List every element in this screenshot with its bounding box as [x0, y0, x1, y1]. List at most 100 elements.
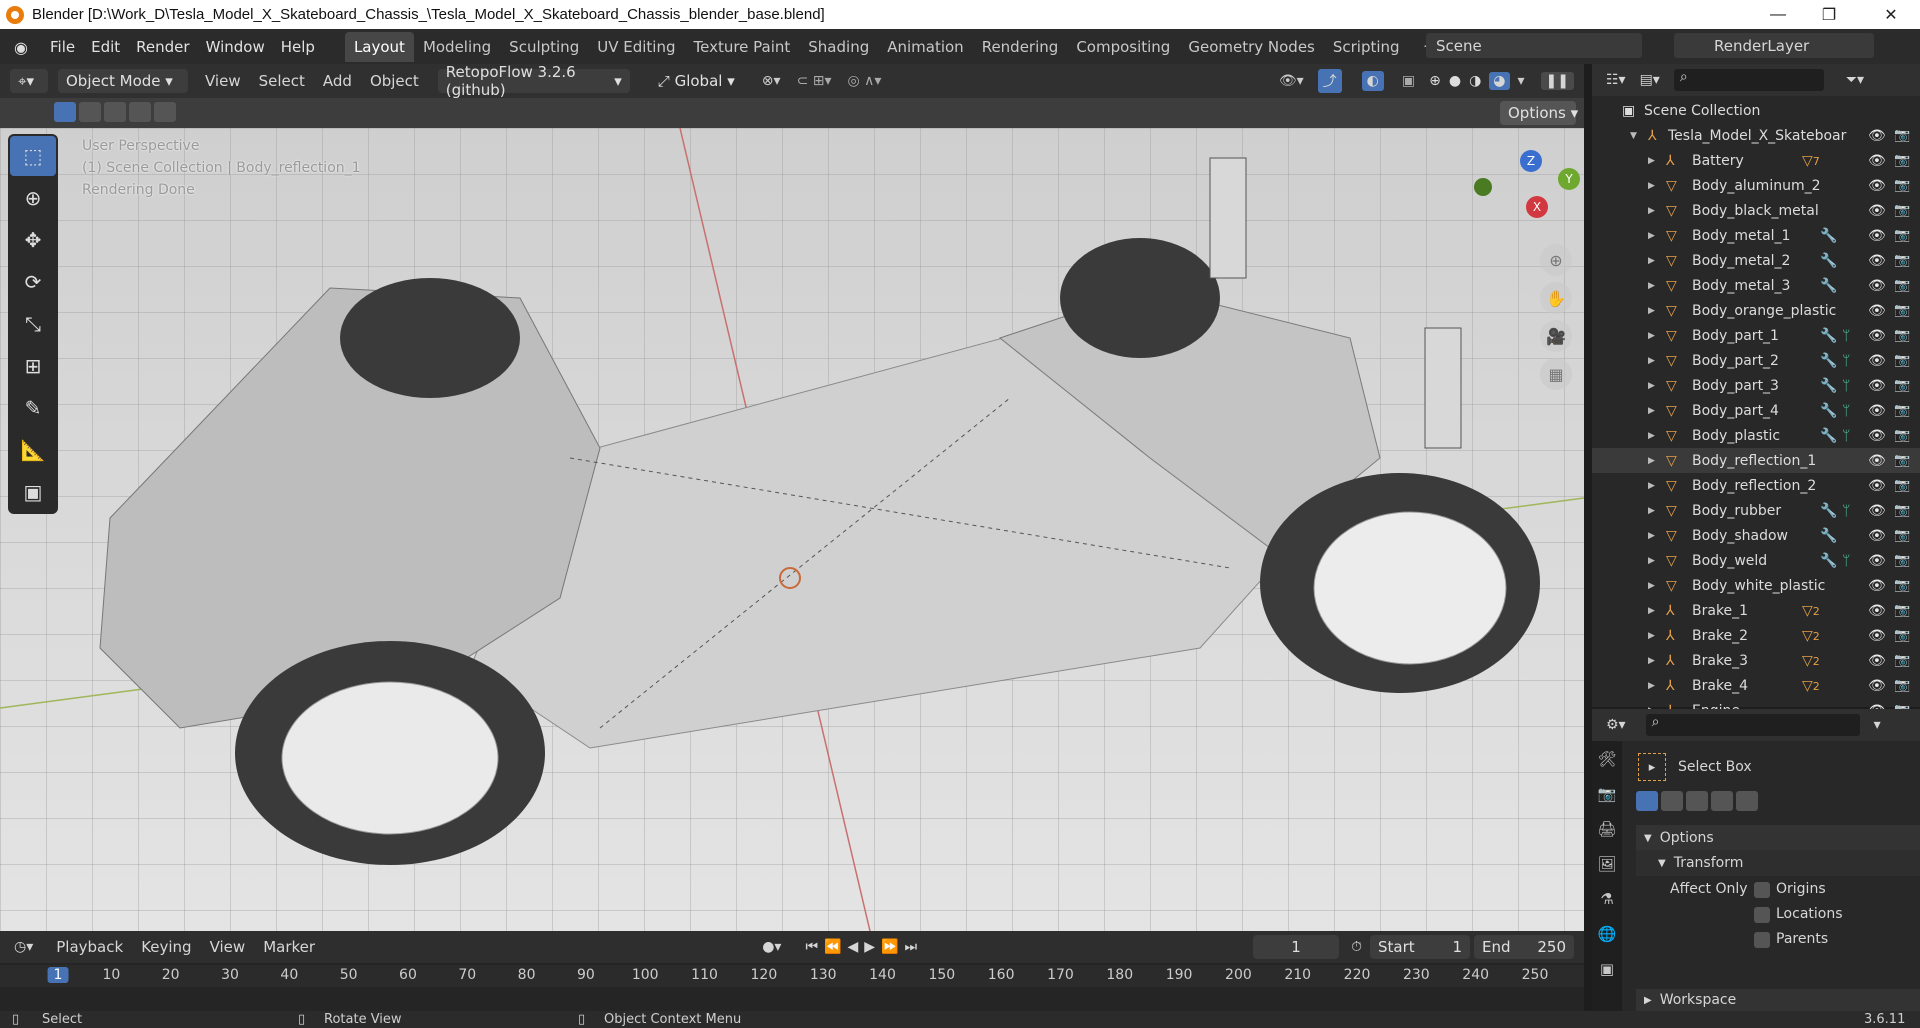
render-camera-icon[interactable]: 📷	[1894, 228, 1910, 243]
tab-modeling[interactable]: Modeling	[414, 32, 500, 62]
render-camera-icon[interactable]: 📷	[1894, 428, 1910, 443]
gizmo-toggle-icon[interactable]: ⤴	[1317, 69, 1342, 93]
visibility-eye-icon[interactable]: 👁	[1868, 278, 1886, 294]
mode-extend-icon[interactable]	[1661, 791, 1683, 811]
outliner-row[interactable]: ▶ ▽ Body_shadow 🔧 👁 📷	[1592, 523, 1920, 548]
render-camera-icon[interactable]: 📷	[1894, 553, 1910, 568]
pivot-icon[interactable]: ⊗▾	[762, 73, 781, 89]
outliner-row[interactable]: ▶ ▽ Body_part_4 🔧 ᛘ 👁 📷	[1592, 398, 1920, 423]
render-camera-icon[interactable]: 📷	[1894, 453, 1910, 468]
navigation-gizmo[interactable]: Z Y X	[1470, 148, 1580, 238]
pan-hand-icon[interactable]: ✋	[1540, 282, 1572, 314]
visibility-eye-icon[interactable]: 👁	[1868, 653, 1886, 669]
collection-row[interactable]: ▼ ⅄ Tesla_Model_X_Skateboar 👁 📷	[1592, 123, 1920, 148]
visibility-eye-icon[interactable]: 👁	[1868, 228, 1886, 244]
modifier-wrench-icon[interactable]: 🔧	[1820, 353, 1837, 369]
expand-arrow-icon[interactable]: ▶	[1648, 281, 1655, 291]
outliner-row[interactable]: ▶ ▽ Body_part_1 🔧 ᛘ 👁 📷	[1592, 323, 1920, 348]
origins-checkbox[interactable]	[1754, 882, 1770, 898]
filter-icon[interactable]: ⏷▾	[1846, 72, 1864, 88]
start-frame-field[interactable]: Start 1	[1370, 935, 1470, 959]
visibility-eye-icon[interactable]: 👁	[1868, 453, 1886, 469]
outliner-row[interactable]: ▶ ▽ Body_aluminum_2 👁 📷	[1592, 173, 1920, 198]
expand-arrow-icon[interactable]: ▶	[1648, 656, 1655, 666]
viewport-menu-add[interactable]: Add	[323, 72, 352, 90]
collapse-arrow-icon[interactable]: ▼	[1630, 131, 1637, 141]
modifier-wrench-icon[interactable]: 🔧	[1820, 378, 1837, 394]
render-camera-icon[interactable]: 📷	[1894, 403, 1910, 418]
visibility-eye-icon[interactable]: 👁	[1868, 503, 1886, 519]
workspace-panel-header[interactable]: ▶ Workspace	[1636, 989, 1920, 1011]
world-tab-icon[interactable]: 🌐	[1592, 916, 1622, 951]
modifier-wrench-icon[interactable]: 🔧	[1820, 553, 1837, 569]
add-cube-tool-icon[interactable]: ▣	[10, 472, 56, 512]
transform-panel-header[interactable]: ▼ Transform	[1636, 850, 1920, 876]
outliner-row[interactable]: ▶ ▽ Body_reflection_2 👁 📷	[1592, 473, 1920, 498]
scene-tab-icon[interactable]: ⚗	[1592, 881, 1622, 916]
mode-new-icon[interactable]	[1636, 791, 1658, 811]
outliner-row[interactable]: ▶ ⅄ Brake_2 ▽2 👁 📷	[1592, 623, 1920, 648]
select-new-icon[interactable]	[54, 102, 76, 122]
expand-arrow-icon[interactable]: ▶	[1648, 681, 1655, 691]
render-camera-icon[interactable]: 📷	[1894, 178, 1910, 193]
visibility-eye-icon[interactable]: 👁	[1868, 353, 1886, 369]
close-button[interactable]: ✕	[1868, 0, 1914, 29]
outliner-row[interactable]: ▶ ⅄ Brake_4 ▽2 👁 📷	[1592, 673, 1920, 698]
blender-menu-icon[interactable]: ◉	[14, 38, 34, 57]
expand-arrow-icon[interactable]: ▶	[1648, 181, 1655, 191]
cursor-tool-icon[interactable]: ⊕	[10, 178, 56, 218]
timeline-menu-view[interactable]: View	[210, 938, 246, 956]
visibility-eye-icon[interactable]: 👁	[1868, 178, 1886, 194]
display-mode-icon[interactable]: ▤▾	[1640, 72, 1660, 88]
tab-shading[interactable]: Shading	[799, 32, 878, 62]
expand-arrow-icon[interactable]: ▶	[1648, 581, 1655, 591]
snap-icon[interactable]: ⊂ ⊞▾	[797, 73, 832, 89]
mode-dropdown[interactable]: Object Mode ▾	[58, 69, 188, 93]
visibility-eye-icon[interactable]: 👁	[1868, 528, 1886, 544]
camera-view-icon[interactable]: 🎥	[1540, 320, 1572, 352]
shading-solid-icon[interactable]: ●	[1449, 73, 1461, 89]
render-camera-icon[interactable]: 📷	[1894, 478, 1910, 493]
outliner-row[interactable]: ▶ ⅄ Battery ▽7 👁 📷	[1592, 148, 1920, 173]
viewport-menu-object[interactable]: Object	[370, 72, 419, 90]
end-frame-field[interactable]: End 250	[1474, 935, 1574, 959]
maximize-button[interactable]: ❐	[1806, 0, 1852, 29]
render-camera-icon[interactable]: 📷	[1894, 153, 1910, 168]
visibility-eye-icon[interactable]: 👁	[1868, 303, 1886, 319]
scale-tool-icon[interactable]: ⤡	[10, 304, 56, 344]
visibility-eye-icon[interactable]: 👁	[1868, 628, 1886, 644]
render-camera-icon[interactable]: 📷	[1894, 503, 1910, 518]
properties-editor-icon[interactable]: ⚙▾	[1606, 717, 1626, 733]
minimize-button[interactable]: —	[1755, 0, 1801, 29]
playback-controls-icon[interactable]: ⏮⏪◀▶⏩⏭	[805, 939, 923, 955]
expand-arrow-icon[interactable]: ▶	[1648, 356, 1655, 366]
render-tab-icon[interactable]: 📷	[1592, 776, 1622, 811]
mode-subtract-icon[interactable]	[1686, 791, 1708, 811]
expand-arrow-icon[interactable]: ▶	[1648, 331, 1655, 341]
outliner-row[interactable]: ▶ ⅄ Brake_1 ▽2 👁 📷	[1592, 598, 1920, 623]
expand-arrow-icon[interactable]: ▶	[1648, 606, 1655, 616]
modifier-wrench-icon[interactable]: 🔧	[1820, 528, 1837, 544]
timeline-menu-marker[interactable]: Marker	[263, 938, 315, 956]
modifier-wrench-icon[interactable]: 🔧	[1820, 253, 1837, 269]
modifier-wrench-icon[interactable]: 🔧	[1820, 328, 1837, 344]
measure-tool-icon[interactable]: 📐	[10, 430, 56, 470]
zoom-icon[interactable]: ⊕	[1540, 244, 1572, 276]
expand-arrow-icon[interactable]: ▶	[1648, 506, 1655, 516]
scene-selector[interactable]: Scene	[1426, 33, 1642, 58]
expand-arrow-icon[interactable]: ▶	[1648, 206, 1655, 216]
select-intersect-icon[interactable]	[154, 102, 176, 122]
axis-x-icon[interactable]: X	[1526, 196, 1548, 218]
axis-z-icon[interactable]: Z	[1520, 150, 1542, 172]
modifier-wrench-icon[interactable]: 🔧	[1820, 228, 1837, 244]
visibility-eye-icon[interactable]: 👁	[1868, 553, 1886, 569]
collection-tab-icon[interactable]: ▣	[1592, 951, 1622, 986]
outliner-row[interactable]: ▶ ▽ Body_metal_1 🔧 👁 📷	[1592, 223, 1920, 248]
render-camera-icon[interactable]: 📷	[1894, 528, 1910, 543]
tab-compositing[interactable]: Compositing	[1067, 32, 1179, 62]
render-camera-icon[interactable]: 📷	[1894, 653, 1910, 668]
render-camera-icon[interactable]: 📷	[1894, 678, 1910, 693]
visibility-eye-icon[interactable]: 👁	[1868, 203, 1886, 219]
rotate-tool-icon[interactable]: ⟳	[10, 262, 56, 302]
outliner-row[interactable]: ▶ ▽ Body_part_2 🔧 ᛘ 👁 📷	[1592, 348, 1920, 373]
